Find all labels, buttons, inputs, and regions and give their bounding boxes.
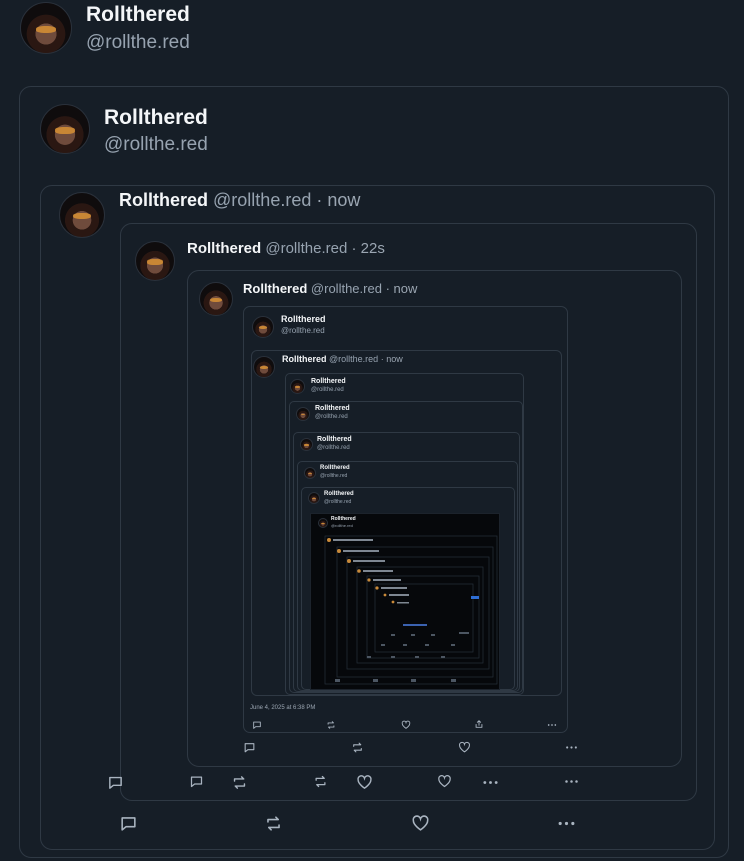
handle: @rollthe.red: [310, 281, 382, 296]
repost-icon[interactable]: [264, 814, 283, 833]
reply-icon[interactable]: [243, 741, 256, 754]
like-icon[interactable]: [458, 741, 471, 754]
share-icon[interactable]: [474, 719, 484, 729]
repost-icon[interactable]: [351, 741, 364, 754]
handle: @rollthe.red: [311, 387, 344, 393]
more-icon[interactable]: [557, 814, 576, 833]
display-name: Rollthered: [282, 354, 327, 364]
avatar: [40, 104, 90, 154]
avatar: [252, 316, 274, 338]
time-separator: ·: [316, 190, 323, 210]
handle: @rollthe.red: [104, 134, 208, 155]
display-name: Rollthered: [317, 436, 352, 443]
quoted-post-card[interactable]: Rollthered @rollthe.red · now Rollthered…: [251, 350, 562, 696]
reply-icon[interactable]: [119, 814, 138, 833]
avatar: [300, 438, 313, 451]
timestamp: 22s: [360, 240, 385, 257]
post-header: Rollthered @rollthe.red · now: [243, 281, 417, 296]
handle: @rollthe.red: [315, 414, 348, 420]
display-name: Rollthered: [187, 240, 262, 257]
handle: @rollthe.red: [265, 240, 348, 257]
time-separator: ·: [385, 281, 390, 296]
like-icon[interactable]: [401, 720, 411, 730]
avatar: [296, 407, 310, 421]
timestamp: now: [386, 354, 403, 364]
reply-icon[interactable]: [252, 720, 262, 730]
reply-icon[interactable]: [107, 774, 124, 791]
display-name: Rollthered: [243, 281, 308, 296]
avatar: [253, 356, 275, 378]
nested-screenshot-image[interactable]: Rollthered @rollthe.red: [310, 513, 500, 690]
post-date: June 4, 2025 at 6:38 PM: [250, 705, 316, 711]
avatar: [59, 192, 105, 238]
avatar: [304, 467, 316, 479]
time-separator: ·: [351, 240, 357, 257]
display-name: Rollthered: [104, 106, 208, 129]
repost-icon[interactable]: [231, 774, 248, 791]
avatar: [199, 282, 233, 316]
quoted-post-card[interactable]: Rollthered @rollthe.red Rollthered @roll…: [285, 373, 524, 695]
avatar: [290, 379, 305, 394]
quoted-post-card[interactable]: Rollthered @rollthe.red · now Rollthered…: [40, 185, 715, 850]
display-name: Rollthered: [320, 465, 350, 471]
post-header: Rollthered @rollthe.red · now: [282, 354, 403, 364]
quoted-post-card[interactable]: Rollthered @rollthe.red Rollthered @roll…: [19, 86, 729, 858]
more-icon[interactable]: [565, 741, 578, 754]
display-name: Rollthered: [119, 190, 209, 210]
handle: @rollthe.red: [213, 190, 312, 210]
repost-icon[interactable]: [326, 720, 336, 730]
repost-icon[interactable]: [313, 774, 328, 789]
avatar[interactable]: [20, 2, 72, 54]
like-icon[interactable]: [411, 814, 430, 833]
timestamp: now: [327, 190, 361, 210]
more-icon[interactable]: [482, 774, 499, 791]
timestamp: now: [393, 281, 418, 296]
quoted-post-card[interactable]: Rollthered @rollthe.red Rollthered @roll…: [243, 306, 568, 733]
avatar: [308, 492, 320, 504]
quoted-post-card[interactable]: Rollthered @rollthe.red · 22s Rollthered…: [120, 223, 697, 801]
quoted-post-card[interactable]: Rollthered @rollthe.red Rollthered @roll…: [297, 461, 518, 691]
post-header: Rollthered @rollthe.red · now: [119, 190, 360, 211]
handle: @rollthe.red: [329, 354, 379, 364]
nested-posts-thumbnail: [324, 535, 498, 685]
handle: @rollthe.red: [317, 445, 350, 451]
more-icon[interactable]: [547, 720, 557, 730]
like-icon[interactable]: [437, 774, 452, 789]
avatar: [135, 241, 175, 281]
more-icon[interactable]: [564, 774, 579, 789]
display-name: Rollthered: [315, 405, 350, 412]
display-name: Rollthered: [281, 314, 326, 324]
display-name: Rollthered: [324, 491, 354, 497]
quoted-post-card[interactable]: Rollthered @rollthe.red Rollthered @roll…: [293, 432, 520, 692]
like-icon[interactable]: [356, 774, 373, 791]
quoted-post-card[interactable]: Rollthered @rollthe.red Rollthered @roll…: [301, 487, 515, 690]
post-header: Rollthered @rollthe.red · 22s: [187, 240, 385, 257]
handle: @rollthe.red: [320, 473, 348, 479]
handle: @rollthe.red: [324, 499, 352, 505]
display-name: Rollthered: [311, 378, 346, 385]
reply-icon[interactable]: [189, 774, 204, 789]
handle[interactable]: @rollthe.red: [86, 32, 190, 54]
time-separator: ·: [380, 354, 384, 364]
display-name[interactable]: Rollthered: [86, 3, 190, 27]
quoted-post-card[interactable]: Rollthered @rollthe.red · now Rollthered…: [187, 270, 682, 767]
quoted-post-card[interactable]: Rollthered @rollthe.red Rollthered @roll…: [289, 401, 523, 693]
handle: @rollthe.red: [281, 326, 325, 335]
